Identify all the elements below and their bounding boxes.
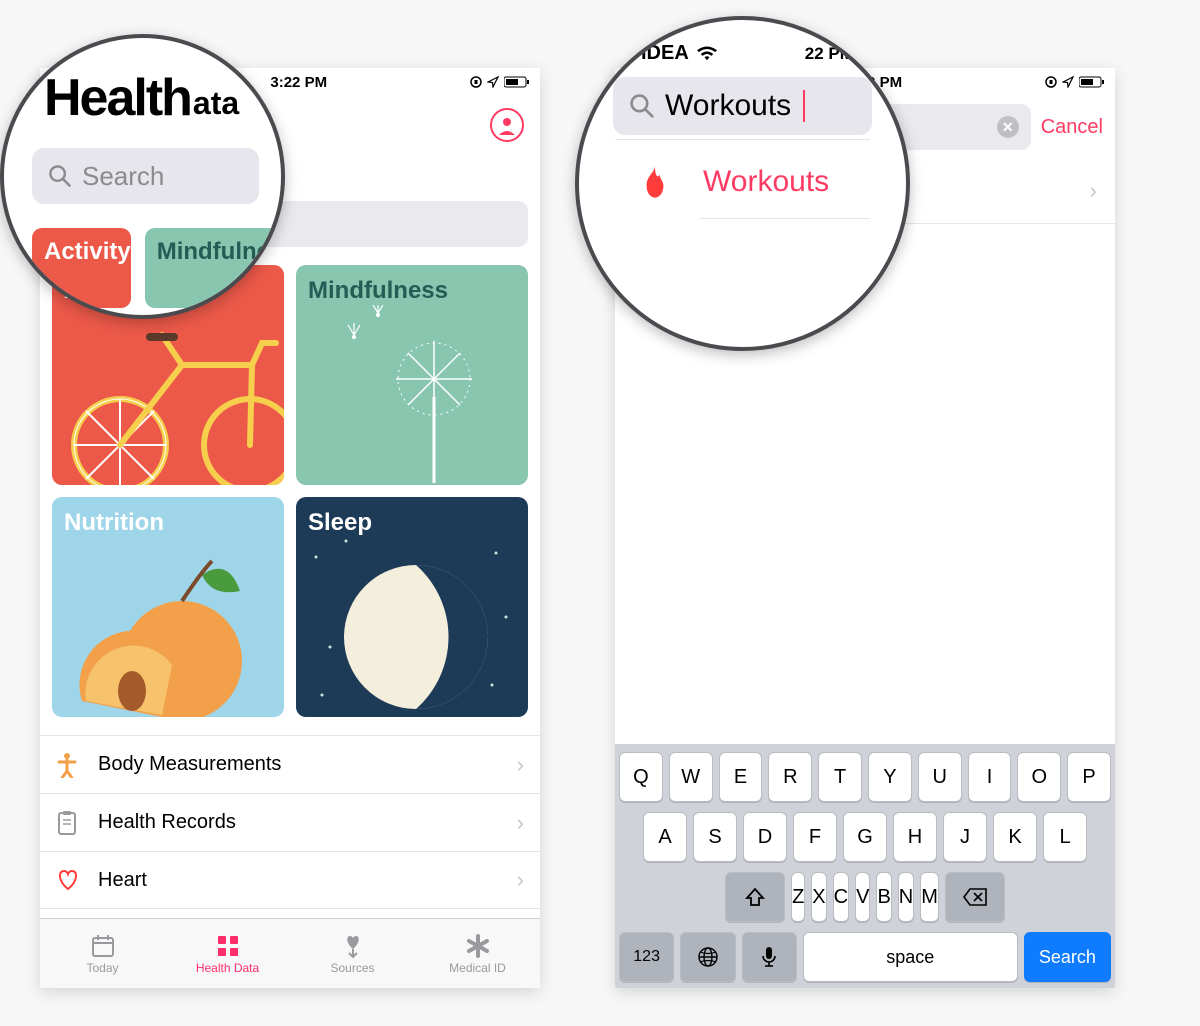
calendar-icon <box>90 933 116 959</box>
wifi-icon <box>697 46 717 62</box>
magnifier-search-bar: Health ata Search Activity Mindfulness <box>0 34 285 319</box>
key-s[interactable]: S <box>693 812 737 862</box>
status-time: 3:22 PM <box>270 74 327 91</box>
key-x[interactable]: X <box>811 872 826 922</box>
text-cursor-icon <box>803 90 805 122</box>
flame-icon <box>637 164 673 200</box>
kb-row-bottom: 123 space Search <box>619 932 1111 982</box>
globe-key[interactable] <box>680 932 735 982</box>
mag-time-fragment: 22 PM <box>805 44 854 64</box>
kb-row-1: QWERTYUIOP <box>619 752 1111 802</box>
key-v[interactable]: V <box>855 872 870 922</box>
battery-icon <box>504 76 530 88</box>
peach-icon <box>52 551 272 717</box>
key-m[interactable]: M <box>920 872 939 922</box>
dandelion-icon <box>316 305 516 485</box>
mic-key[interactable] <box>742 932 797 982</box>
grid-icon <box>215 933 241 959</box>
tiles-grid: Activity Mindfulness <box>40 247 540 727</box>
row-health-records[interactable]: Health Records › <box>40 793 540 851</box>
key-z[interactable]: Z <box>791 872 805 922</box>
clear-button[interactable]: ✕ <box>997 116 1019 138</box>
key-d[interactable]: D <box>743 812 787 862</box>
key-w[interactable]: W <box>669 752 713 802</box>
heart-icon <box>56 869 80 891</box>
key-e[interactable]: E <box>719 752 763 802</box>
chevron-right-icon: › <box>517 867 524 893</box>
key-r[interactable]: R <box>768 752 812 802</box>
mic-icon <box>761 946 777 968</box>
key-j[interactable]: J <box>943 812 987 862</box>
numeric-key[interactable]: 123 <box>619 932 674 982</box>
mag-search-input[interactable]: Workouts <box>613 77 872 135</box>
lock-icon <box>470 76 482 88</box>
key-n[interactable]: N <box>898 872 914 922</box>
asterisk-icon <box>465 933 491 959</box>
shift-icon <box>745 887 765 907</box>
tile-sleep[interactable]: Sleep <box>296 497 528 717</box>
shift-key[interactable] <box>725 872 785 922</box>
body-icon <box>56 752 78 778</box>
backspace-icon <box>963 888 987 906</box>
key-t[interactable]: T <box>818 752 862 802</box>
mag-status: IDEA 22 PM <box>579 20 906 65</box>
clipboard-icon <box>56 810 78 836</box>
moon-icon <box>296 527 526 717</box>
key-c[interactable]: C <box>833 872 849 922</box>
row-heart[interactable]: Heart › <box>40 851 540 909</box>
bike-icon <box>62 325 284 485</box>
key-u[interactable]: U <box>918 752 962 802</box>
tab-medical-id[interactable]: Medical ID <box>415 919 540 988</box>
tab-bar: Today Health Data Sources Medical ID <box>40 918 540 988</box>
location-icon <box>1062 76 1074 88</box>
key-p[interactable]: P <box>1067 752 1111 802</box>
key-f[interactable]: F <box>793 812 837 862</box>
search-key[interactable]: Search <box>1024 932 1111 982</box>
globe-icon <box>697 946 719 968</box>
tile-mindfulness[interactable]: Mindfulness <box>296 265 528 485</box>
chevron-right-icon: › <box>1090 178 1097 204</box>
chevron-right-icon: › <box>517 810 524 836</box>
space-key[interactable]: space <box>803 932 1018 982</box>
tile-nutrition[interactable]: Nutrition <box>52 497 284 717</box>
key-q[interactable]: Q <box>619 752 663 802</box>
search-icon <box>629 93 655 119</box>
mag-result-row[interactable]: Workouts <box>579 140 906 200</box>
key-k[interactable]: K <box>993 812 1037 862</box>
list: Body Measurements › Health Records › Hea… <box>40 735 540 909</box>
location-icon <box>487 76 499 88</box>
tab-today[interactable]: Today <box>40 919 165 988</box>
battery-icon <box>1079 76 1105 88</box>
keyboard: QWERTYUIOP ASDFGHJKL ZXCVBNM 123 space S… <box>615 744 1115 988</box>
lock-icon <box>1045 76 1057 88</box>
mag-title-fragment: ata <box>193 85 239 128</box>
kb-row-3: ZXCVBNM <box>619 872 1111 922</box>
backspace-key[interactable] <box>945 872 1005 922</box>
profile-icon[interactable] <box>490 108 524 142</box>
key-o[interactable]: O <box>1017 752 1061 802</box>
key-l[interactable]: L <box>1043 812 1087 862</box>
mag-title: Health <box>4 38 191 128</box>
chevron-right-icon: › <box>517 752 524 778</box>
key-y[interactable]: Y <box>868 752 912 802</box>
kb-row-2: ASDFGHJKL <box>619 812 1111 862</box>
magnifier-search-input: IDEA 22 PM Workouts Workouts <box>575 16 910 351</box>
mag-search-bar[interactable]: Search <box>32 148 259 204</box>
key-a[interactable]: A <box>643 812 687 862</box>
key-g[interactable]: G <box>843 812 887 862</box>
key-h[interactable]: H <box>893 812 937 862</box>
heart-down-icon <box>340 933 366 959</box>
tab-health-data[interactable]: Health Data <box>165 919 290 988</box>
search-icon <box>48 164 72 188</box>
cancel-button[interactable]: Cancel <box>1041 116 1103 139</box>
key-b[interactable]: B <box>876 872 891 922</box>
tab-sources[interactable]: Sources <box>290 919 415 988</box>
key-i[interactable]: I <box>968 752 1012 802</box>
row-body-measurements[interactable]: Body Measurements › <box>40 735 540 793</box>
